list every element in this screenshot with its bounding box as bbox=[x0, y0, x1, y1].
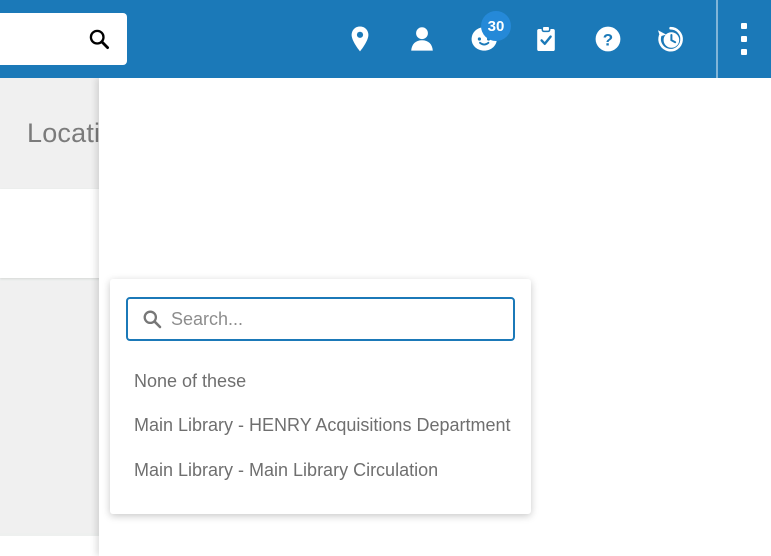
search-input[interactable] bbox=[171, 308, 513, 330]
kebab-menu-icon[interactable] bbox=[733, 23, 755, 55]
help-circle-icon[interactable]: ? bbox=[593, 23, 623, 55]
background-panel-footer bbox=[0, 536, 104, 556]
location-dropdown-panel: None of these Main Library - HENRY Acqui… bbox=[110, 279, 531, 514]
list-item[interactable]: Main Library - HENRY Acquisitions Depart… bbox=[110, 403, 531, 447]
kebab-dot bbox=[741, 23, 747, 29]
svg-text:?: ? bbox=[603, 30, 613, 49]
notification-badge: 30 bbox=[481, 11, 511, 41]
topbar-icon-group: 30 ? bbox=[345, 0, 685, 78]
topbar-divider bbox=[716, 0, 718, 78]
background-panel-bottom bbox=[0, 281, 104, 533]
history-clock-icon[interactable] bbox=[655, 23, 685, 55]
location-pin-icon[interactable] bbox=[345, 23, 375, 55]
list-item[interactable]: Main Library - Main Library Circulation bbox=[110, 448, 531, 492]
kebab-dot bbox=[741, 36, 747, 42]
dropdown-search-field[interactable] bbox=[126, 297, 515, 341]
smiley-face-icon[interactable]: 30 bbox=[469, 11, 511, 55]
global-search-box[interactable] bbox=[0, 13, 127, 65]
search-icon bbox=[88, 28, 110, 50]
app-top-bar: 30 ? bbox=[0, 0, 771, 78]
list-item[interactable]: None of these bbox=[110, 359, 531, 403]
clipboard-check-icon[interactable] bbox=[531, 23, 561, 55]
search-icon bbox=[142, 309, 162, 329]
background-panel-middle bbox=[0, 189, 104, 278]
user-icon[interactable] bbox=[407, 23, 437, 55]
kebab-dot bbox=[741, 49, 747, 55]
